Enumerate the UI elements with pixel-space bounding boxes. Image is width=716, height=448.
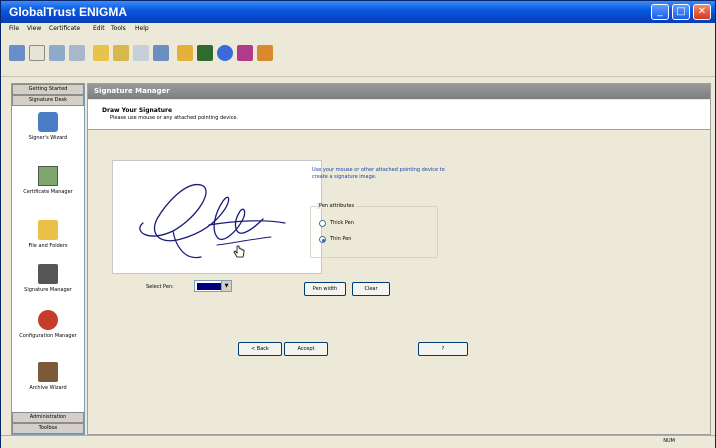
nav-header-administration[interactable]: Administration	[12, 412, 84, 423]
nav-item-signer-wizard[interactable]: Signer's Wizard	[12, 112, 84, 141]
status-bar: NUM	[1, 435, 715, 448]
file-folders-icon	[38, 220, 58, 240]
back-button[interactable]: < Back	[238, 342, 282, 356]
document-icon[interactable]	[29, 45, 45, 61]
radio-dot	[319, 220, 326, 227]
gear-icon[interactable]	[237, 45, 253, 61]
nav-item-certificate-manager[interactable]: Certificate Manager	[12, 166, 84, 195]
nav-item-label: Signer's Wizard	[28, 135, 68, 141]
globe-icon[interactable]	[197, 45, 213, 61]
nav-item-label: Configuration Manager	[19, 333, 77, 339]
app-window: GlobalTrust ENIGMA _ □ ✕ File View Certi…	[0, 0, 716, 448]
draw-hint: Use your mouse or other attached pointin…	[312, 167, 445, 180]
certificate-manager-icon	[38, 166, 58, 186]
clear-button[interactable]: Clear	[352, 282, 390, 296]
nav-header-toolbox[interactable]: Toolbox	[12, 423, 84, 434]
certificate-icon[interactable]	[69, 45, 85, 61]
radio-label: Thin Pen	[330, 236, 352, 242]
nav-header-signature-desk[interactable]: Signature Desk	[12, 95, 84, 106]
chevron-down-icon[interactable]: ▼	[221, 281, 231, 291]
pen-width-button[interactable]: Pen width	[304, 282, 346, 296]
pen-color-swatch	[197, 283, 221, 290]
menu-file[interactable]: File	[9, 25, 19, 32]
title-bar[interactable]: GlobalTrust ENIGMA _ □ ✕	[1, 1, 715, 23]
panel-header: Draw Your Signature Please use mouse or …	[88, 100, 710, 130]
folder-icon[interactable]	[49, 45, 65, 61]
lock-icon[interactable]	[153, 45, 169, 61]
signature-drawing	[139, 184, 286, 259]
menu-view[interactable]: View	[27, 25, 41, 32]
thin-pen-radio[interactable]: Thin Pen	[319, 235, 419, 245]
pen-color-label: Select Pen:	[146, 284, 174, 290]
thick-pen-radio[interactable]: Thick Pen	[319, 219, 419, 229]
nav-item-signature-manager[interactable]: Signature Manager	[12, 264, 84, 293]
nav-item-archive-wizard[interactable]: Archive Wizard	[12, 362, 84, 391]
pen-color-select[interactable]: ▼	[194, 280, 232, 292]
settings-icon[interactable]	[257, 45, 273, 61]
navigation-panel: Getting Started Signature Desk Signer's …	[11, 83, 85, 435]
nav-item-label: Certificate Manager	[23, 189, 73, 195]
wizard-icon[interactable]	[9, 45, 25, 61]
menu-bar: File View Certificate Edit Tools Help	[1, 23, 715, 37]
nav-item-configuration-manager[interactable]: Configuration Manager	[12, 310, 84, 339]
signature-manager-panel: Signature Manager Draw Your Signature Pl…	[87, 83, 711, 435]
tree-icon[interactable]	[113, 45, 129, 61]
num-lock-indicator: NUM	[663, 438, 675, 444]
menu-edit[interactable]: Edit	[93, 25, 105, 32]
radio-label: Thick Pen	[330, 220, 354, 226]
certificate-export-icon[interactable]	[93, 45, 109, 61]
nav-item-label: Archive Wizard	[29, 385, 67, 391]
nav-item-label: Signature Manager	[24, 287, 72, 293]
pen-attributes-group: Pen attributes Thick Pen Thin Pen	[310, 203, 438, 258]
nav-header-getting-started[interactable]: Getting Started	[12, 84, 84, 95]
panel-title: Signature Manager	[88, 84, 710, 99]
radio-dot	[319, 236, 326, 243]
nav-item-label: File and Folders	[28, 243, 68, 249]
maximize-button[interactable]: □	[672, 4, 690, 20]
signature-manager-icon	[38, 264, 58, 284]
toolbar	[1, 37, 715, 77]
nav-item-file-folders[interactable]: File and Folders	[12, 220, 84, 249]
configuration-manager-icon	[38, 310, 58, 330]
minimize-button[interactable]: _	[651, 4, 669, 20]
menu-tools[interactable]: Tools	[111, 25, 126, 32]
star-icon[interactable]	[217, 45, 233, 61]
archive-wizard-icon	[38, 362, 58, 382]
close-button[interactable]: ✕	[693, 4, 711, 20]
user-icon[interactable]	[177, 45, 193, 61]
header-title: Draw Your Signature	[102, 107, 173, 114]
keyboard-icon[interactable]	[133, 45, 149, 61]
header-subtitle: Please use mouse or any attached pointin…	[110, 115, 239, 121]
window-title: GlobalTrust ENIGMA	[9, 5, 128, 19]
help-button[interactable]: ?	[418, 342, 468, 356]
signer-wizard-icon	[38, 112, 58, 132]
signature-canvas[interactable]	[112, 160, 322, 274]
hand-cursor-icon	[233, 245, 245, 258]
menu-help[interactable]: Help	[135, 25, 149, 32]
pen-attributes-label: Pen attributes	[317, 203, 357, 209]
menu-certificate[interactable]: Certificate	[49, 25, 80, 32]
accept-button[interactable]: Accept	[284, 342, 328, 356]
